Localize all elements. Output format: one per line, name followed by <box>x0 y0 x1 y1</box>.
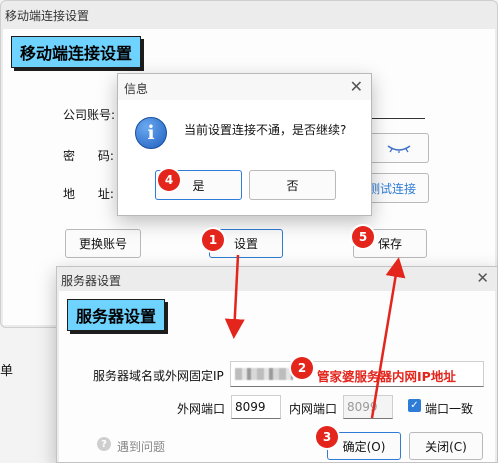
annotation-arrows <box>224 254 406 419</box>
step-badge-2: 2 <box>291 357 313 379</box>
step-badge-1: 1 <box>202 229 224 251</box>
step-badge-3: 3 <box>316 426 338 448</box>
step-badge-4: 4 <box>158 169 180 191</box>
step-badge-5: 5 <box>352 226 374 248</box>
arrow-settings-to-server-panel <box>224 254 245 339</box>
arrow-ok-to-save <box>370 257 406 419</box>
